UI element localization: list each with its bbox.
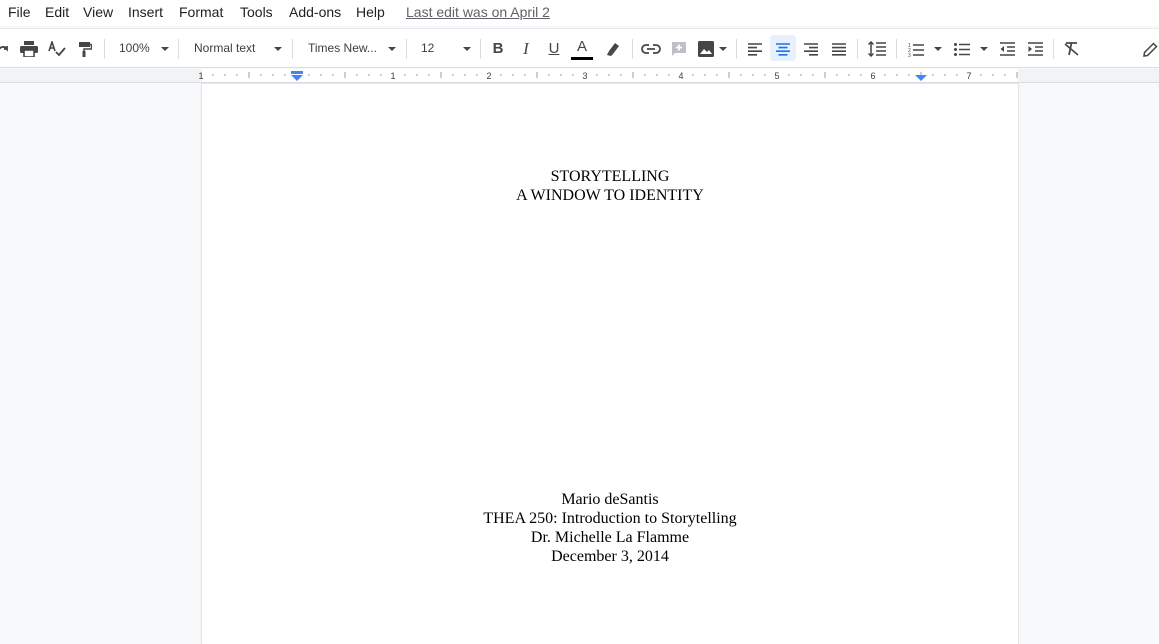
right-indent-marker[interactable] <box>915 75 927 81</box>
editing-mode-pencil-icon[interactable] <box>1139 29 1159 69</box>
toolbar-separator <box>857 39 858 59</box>
text-color-swatch <box>571 57 593 60</box>
ruler-label: 3 <box>582 71 588 81</box>
svg-text:3: 3 <box>908 53 911 57</box>
print-icon[interactable] <box>18 29 40 69</box>
decrease-indent-icon[interactable] <box>996 29 1018 69</box>
font-dropdown-arrow-icon[interactable] <box>388 47 396 51</box>
redo-icon[interactable] <box>0 29 10 69</box>
ruler-label: 1 <box>390 71 396 81</box>
clear-formatting-icon[interactable] <box>1061 29 1083 69</box>
toolbar-separator <box>1053 39 1054 59</box>
course-name[interactable]: THEA 250: Introduction to Storytelling <box>202 509 1018 528</box>
underline-button[interactable]: U <box>544 39 564 59</box>
italic-button[interactable]: I <box>516 39 536 59</box>
last-edit-link[interactable]: Last edit was on April 2 <box>406 4 550 21</box>
ruler-ticks <box>212 72 1018 78</box>
bulleted-list-dropdown-arrow-icon[interactable] <box>980 47 988 51</box>
toolbar-separator <box>632 39 633 59</box>
insert-image-icon[interactable] <box>696 29 716 69</box>
toolbar-separator <box>292 39 293 59</box>
document-page[interactable]: STORYTELLING A WINDOW TO IDENTITY Mario … <box>202 84 1018 644</box>
style-dropdown-arrow-icon[interactable] <box>274 47 282 51</box>
font-size-dropdown-arrow-icon[interactable] <box>463 47 471 51</box>
menu-add-ons[interactable]: Add-ons <box>289 4 341 21</box>
line-spacing-icon[interactable] <box>866 29 888 69</box>
ruler-label: 2 <box>486 71 492 81</box>
menu-insert[interactable]: Insert <box>128 4 163 21</box>
align-justify-icon[interactable] <box>828 29 850 69</box>
toolbar-separator <box>178 39 179 59</box>
text-color-button[interactable]: A <box>570 36 594 63</box>
zoom-select[interactable]: 100% <box>119 41 150 56</box>
text-color-letter: A <box>576 38 587 55</box>
image-dropdown-arrow-icon[interactable] <box>719 47 727 51</box>
ruler-label: 6 <box>870 71 876 81</box>
ruler-label: 1 <box>198 71 204 81</box>
font-size-select[interactable]: 12 <box>421 41 434 56</box>
menu-view[interactable]: View <box>83 4 113 21</box>
highlight-color-icon[interactable] <box>602 29 624 69</box>
toolbar-separator <box>480 39 481 59</box>
menu-help[interactable]: Help <box>356 4 385 21</box>
menu-bar: File Edit View Insert Format Tools Add-o… <box>0 0 1159 26</box>
toolbar-separator <box>896 39 897 59</box>
menu-tools[interactable]: Tools <box>240 4 273 21</box>
toolbar-separator <box>736 39 737 59</box>
align-center-icon[interactable] <box>772 29 794 69</box>
toolbar-separator <box>406 39 407 59</box>
align-right-icon[interactable] <box>800 29 822 69</box>
link-icon[interactable] <box>640 29 662 69</box>
bold-button[interactable]: B <box>488 39 508 59</box>
menu-format[interactable]: Format <box>179 4 223 21</box>
paragraph-style-select[interactable]: Normal text <box>194 41 255 56</box>
spellcheck-icon[interactable] <box>46 29 68 69</box>
zoom-dropdown-arrow-icon[interactable] <box>161 47 169 51</box>
numbered-list-dropdown-arrow-icon[interactable] <box>934 47 942 51</box>
ruler[interactable]: 1 1 2 3 4 5 6 7 <box>0 69 1159 83</box>
menu-file[interactable]: File <box>8 4 31 21</box>
subtitle-line[interactable]: A WINDOW TO IDENTITY <box>202 186 1018 205</box>
increase-indent-icon[interactable] <box>1024 29 1046 69</box>
bulleted-list-icon[interactable] <box>951 29 973 69</box>
instructor-name[interactable]: Dr. Michelle La Flamme <box>202 528 1018 547</box>
toolbar-separator <box>104 39 105 59</box>
first-line-indent-marker[interactable] <box>291 71 303 74</box>
paint-format-icon[interactable] <box>74 29 96 69</box>
menu-edit[interactable]: Edit <box>45 4 69 21</box>
numbered-list-icon[interactable]: 1 2 3 <box>905 29 927 69</box>
ruler-label: 7 <box>966 71 972 81</box>
ruler-label: 5 <box>774 71 780 81</box>
align-left-icon[interactable] <box>744 29 766 69</box>
add-comment-icon[interactable] <box>668 29 690 69</box>
ruler-label: 4 <box>678 71 684 81</box>
author-name[interactable]: Mario deSantis <box>202 490 1018 509</box>
toolbar: 100% Normal text Times New... 12 B I U A <box>0 28 1159 68</box>
title-line[interactable]: STORYTELLING <box>202 167 1018 186</box>
document-date[interactable]: December 3, 2014 <box>202 547 1018 566</box>
left-indent-marker[interactable] <box>291 75 303 81</box>
font-select[interactable]: Times New... <box>308 41 377 56</box>
